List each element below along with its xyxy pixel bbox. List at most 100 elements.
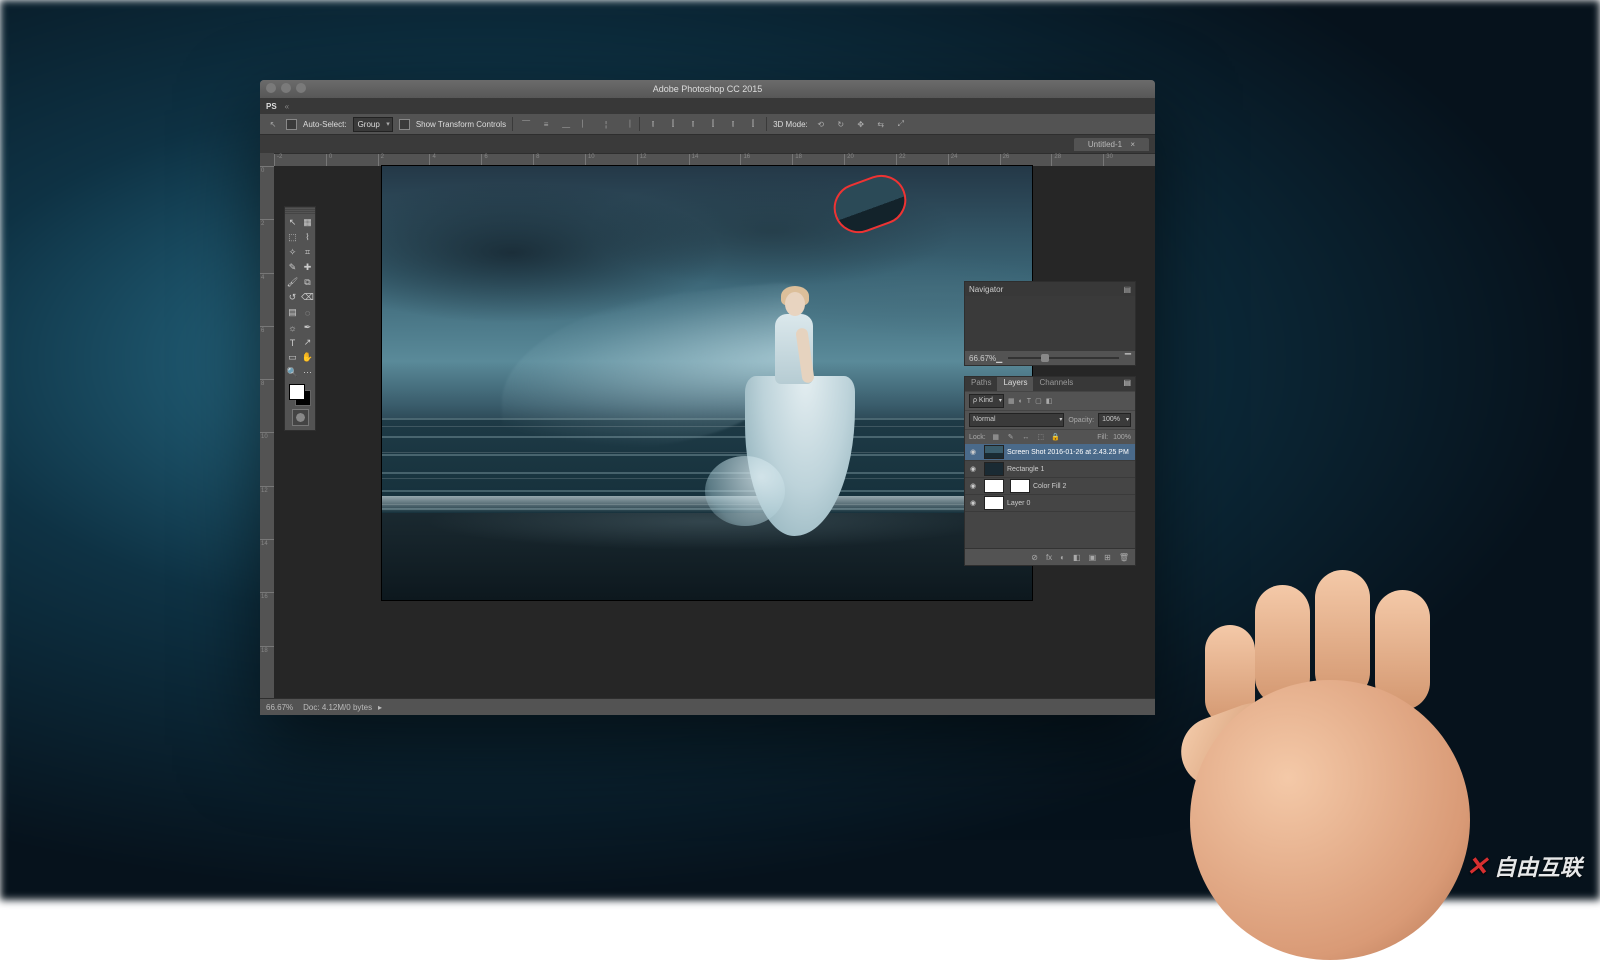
tool-quick-select[interactable]: ✧ [285,245,300,260]
tool-zoom[interactable]: 🔍 [285,365,300,380]
align-right-icon[interactable]: ⎹ [619,117,633,131]
panel-header[interactable]: Navigator ▤ [965,282,1135,296]
tab-paths[interactable]: Paths [965,377,997,391]
home-icon[interactable]: PS [266,102,277,111]
distribute-top-icon[interactable]: ⫾ [646,117,660,131]
auto-select-dropdown[interactable]: Group [353,117,393,132]
layer-list-empty[interactable] [965,512,1135,548]
layer-row[interactable]: ◉ Color Fill 2 [965,478,1135,495]
lock-transparent-icon[interactable]: ▦ [991,432,1001,442]
layer-mask-icon[interactable]: ◐ [1060,553,1065,562]
blend-mode-dropdown[interactable]: Normal [969,413,1064,427]
layer-name[interactable]: Rectangle 1 [1007,466,1044,473]
slide-3d-icon[interactable]: ⇆ [874,117,888,131]
opacity-value[interactable]: 100% [1098,413,1131,427]
filter-shape-icon[interactable]: ▢ [1035,397,1042,405]
tab-channels[interactable]: Channels [1033,377,1079,391]
tool-rectangle[interactable]: ▭ [285,350,300,365]
tool-type[interactable]: T [285,335,300,350]
tool-blur[interactable]: ◌ [300,305,315,320]
toolbox[interactable]: ↖▦ ⬚⌇ ✧⌗ ✎✚ 🖌⧉ ↺⌫ ▤◌ ☼✒ T↗ ▭✋ 🔍⋯ [284,206,316,431]
tool-crop[interactable]: ⌗ [300,245,315,260]
distribute-left-icon[interactable]: ⫿ [706,117,720,131]
lock-pixels-icon[interactable]: ✎ [1006,432,1016,442]
navigator-zoom-slider[interactable] [1008,357,1119,359]
tool-eraser[interactable]: ⌫ [300,290,315,305]
lock-artboard-icon[interactable]: ⬚ [1036,432,1046,442]
tab-layers[interactable]: Layers [997,377,1033,391]
layer-row[interactable]: ◉ Layer 0 [965,495,1135,512]
zoom-window-icon[interactable] [296,83,306,93]
zoom-in-icon[interactable]: ▔ [1125,354,1131,363]
filter-smart-icon[interactable]: ◧ [1046,397,1053,405]
layer-style-icon[interactable]: fx [1046,553,1052,562]
link-layers-icon[interactable]: ⊘ [1031,553,1038,562]
tool-move[interactable]: ↖ [285,215,300,230]
show-transform-checkbox[interactable] [399,119,410,130]
layer-thumbnail[interactable] [984,496,1004,510]
fill-value[interactable]: 100% [1113,434,1131,441]
document-tab[interactable]: Untitled-1 × [1074,138,1149,151]
tool-clone[interactable]: ⧉ [300,275,315,290]
minimize-window-icon[interactable] [281,83,291,93]
status-doc-info[interactable]: Doc: 4.12M/0 bytes [303,703,382,712]
layer-row[interactable]: ◉ Screen Shot 2016-01-26 at 2.43.25 PM [965,444,1135,461]
tool-edit-toolbar[interactable]: ⋯ [300,365,315,380]
tool-marquee[interactable]: ⬚ [285,230,300,245]
tool-pen[interactable]: ✒ [300,320,315,335]
distribute-hcenter-icon[interactable]: ⫾ [726,117,740,131]
move-tool-preset-icon[interactable]: ↖ [266,117,280,131]
lock-position-icon[interactable]: ↔ [1021,432,1031,442]
pan-3d-icon[interactable]: ✥ [854,117,868,131]
layer-mask-thumbnail[interactable] [1010,479,1030,493]
new-group-icon[interactable]: ▣ [1089,553,1097,562]
visibility-toggle-icon[interactable]: ◉ [965,482,981,490]
layer-name[interactable]: Screen Shot 2016-01-26 at 2.43.25 PM [1007,449,1129,456]
ruler-vertical[interactable]: 0 2 4 6 8 10 12 14 16 18 [260,166,275,699]
layer-filter-kind-dropdown[interactable]: ρ Kind [969,394,1004,408]
toolbox-grip[interactable] [285,207,315,215]
adjustment-layer-icon[interactable]: ◧ [1073,553,1081,562]
distribute-right-icon[interactable]: ⫿ [746,117,760,131]
quick-mask-toggle[interactable] [292,409,309,426]
menu-collapse-icon[interactable]: « [285,102,289,111]
align-hcenter-icon[interactable]: ¦ [599,117,613,131]
layer-row[interactable]: ◉ Rectangle 1 [965,461,1135,478]
tool-brush[interactable]: 🖌 [285,275,300,290]
tool-history-brush[interactable]: ↺ [285,290,300,305]
panel-menu-icon[interactable]: ▤ [1119,377,1135,391]
roll-3d-icon[interactable]: ↻ [834,117,848,131]
window-titlebar[interactable]: Adobe Photoshop CC 2015 [260,80,1155,98]
tool-gradient[interactable]: ▤ [285,305,300,320]
layer-name[interactable]: Color Fill 2 [1033,483,1066,490]
tool-artboard[interactable]: ▦ [300,215,315,230]
layer-thumbnail[interactable] [984,445,1004,459]
align-vcenter-icon[interactable]: ≡ [539,117,553,131]
filter-adjust-icon[interactable]: ◐ [1019,398,1023,405]
close-window-icon[interactable] [266,83,276,93]
tool-spot-heal[interactable]: ✚ [300,260,315,275]
new-layer-icon[interactable]: ⊞ [1104,553,1111,562]
tool-eyedropper[interactable]: ✎ [285,260,300,275]
align-top-icon[interactable]: ⎺ [519,117,533,131]
panel-menu-icon[interactable]: ▤ [1123,285,1131,294]
tool-hand[interactable]: ✋ [300,350,315,365]
navigator-panel[interactable]: Navigator ▤ 66.67% ▁ ▔ [964,281,1136,366]
distribute-bottom-icon[interactable]: ⫾ [686,117,700,131]
layers-panel[interactable]: Paths Layers Channels ▤ ρ Kind ▦ ◐ T ▢ ◧… [964,376,1136,566]
auto-select-checkbox[interactable] [286,119,297,130]
navigator-zoom-value[interactable]: 66.67% [969,354,996,363]
tool-lasso[interactable]: ⌇ [300,230,315,245]
filter-pixel-icon[interactable]: ▦ [1008,397,1015,405]
foreground-color-swatch[interactable] [289,384,305,400]
visibility-toggle-icon[interactable]: ◉ [965,448,981,456]
align-bottom-icon[interactable]: ⎽ [559,117,573,131]
status-zoom[interactable]: 66.67% [266,703,293,712]
layer-thumbnail[interactable] [984,479,1004,493]
canvas-area[interactable]: ↖▦ ⬚⌇ ✧⌗ ✎✚ 🖌⧉ ↺⌫ ▤◌ ☼✒ T↗ ▭✋ 🔍⋯ [274,166,1155,699]
color-swatches[interactable] [289,384,311,406]
zoom-out-icon[interactable]: ▁ [996,354,1002,363]
close-tab-icon[interactable]: × [1130,140,1135,149]
orbit-3d-icon[interactable]: ⟲ [814,117,828,131]
layer-name[interactable]: Layer 0 [1007,500,1030,507]
